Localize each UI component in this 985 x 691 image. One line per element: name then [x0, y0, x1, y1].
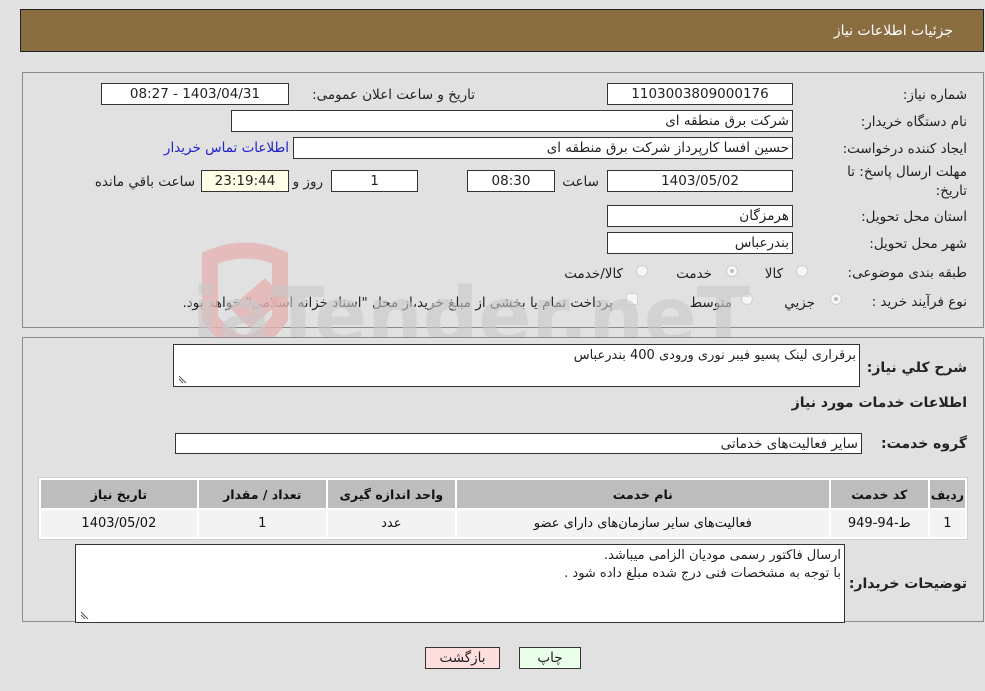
city-label: شهر محل تحویل: — [869, 236, 967, 252]
description-text: برقراری لینک پسیو فیبر نوری ورودی 400 بن… — [573, 348, 856, 363]
cell-service-name: فعالیت‌های سایر سازمان‌های دارای عضو — [456, 510, 829, 537]
city-field: بندرعباس — [607, 232, 793, 254]
col-unit: واحد اندازه گیری — [327, 480, 455, 508]
col-need-date: تاریخ نیاز — [41, 480, 197, 508]
deadline-label: مهلت ارسال پاسخ: تا تاریخ: — [847, 164, 967, 199]
service-group-field: سایر فعالیت‌های خدماتی — [175, 433, 862, 454]
table-header-row: ردیف کد خدمت نام خدمت واحد اندازه گیری ت… — [41, 480, 965, 508]
buyer-notes-textarea[interactable]: ارسال فاکتور رسمی مودیان الزامی میباشد. … — [75, 544, 845, 623]
province-label: استان محل تحویل: — [861, 209, 967, 225]
province-field: هرمزگان — [607, 205, 793, 227]
category-label: طبقه بندی موضوعی: — [847, 265, 967, 281]
buyer-org-field: شرکت برق منطقه ای — [231, 110, 793, 132]
services-heading: اطلاعات خدمات مورد نیاز — [791, 395, 967, 411]
col-service-name: نام خدمت — [456, 480, 829, 508]
category-radio-goods-service[interactable] — [636, 265, 648, 277]
cell-row-number: 1 — [929, 510, 965, 537]
deadline-date-field: 1403/05/02 — [607, 170, 793, 192]
cell-service-code: ط-94-949 — [830, 510, 928, 537]
service-group-label: گروه خدمت: — [881, 436, 967, 452]
cell-unit: عدد — [327, 510, 455, 537]
description-label: شرح کلي نياز: — [866, 360, 967, 376]
col-service-code: کد خدمت — [830, 480, 928, 508]
services-table: ردیف کد خدمت نام خدمت واحد اندازه گیری ت… — [38, 477, 968, 540]
deadline-time-label: ساعت — [562, 174, 599, 190]
buyer-org-label: نام دستگاه خریدار: — [860, 114, 967, 130]
buyer-contact-link[interactable]: اطلاعات تماس خریدار — [164, 140, 289, 156]
days-label: روز و — [292, 174, 323, 190]
print-button[interactable]: چاپ — [519, 647, 581, 669]
remaining-label: ساعت باقي مانده — [94, 174, 195, 190]
back-button[interactable]: بازگشت — [425, 647, 500, 669]
category-radio-service[interactable] — [726, 265, 738, 277]
remaining-time-field: 23:19:44 — [201, 170, 289, 192]
need-number-field: 1103003809000176 — [607, 83, 793, 105]
category-option-goods-service: کالا/خدمت — [564, 266, 623, 282]
treasury-payment-checkbox[interactable] — [626, 293, 638, 305]
category-option-goods: کالا — [764, 266, 783, 282]
description-textarea[interactable]: برقراری لینک پسیو فیبر نوری ورودی 400 بن… — [173, 344, 860, 387]
cell-need-date: 1403/05/02 — [41, 510, 197, 537]
process-radio-minor[interactable] — [830, 293, 842, 305]
need-number-label: شماره نیاز: — [902, 87, 967, 103]
deadline-time-field: 08:30 — [467, 170, 555, 192]
announce-datetime-field: 1403/04/31 - 08:27 — [101, 83, 289, 105]
creator-field: حسین افسا کارپرداز شرکت برق منطقه ای — [293, 137, 793, 159]
process-radio-medium[interactable] — [741, 293, 753, 305]
creator-label: ایجاد کننده درخواست: — [842, 141, 967, 157]
buyer-notes-line-1: ارسال فاکتور رسمی مودیان الزامی میباشد. — [603, 548, 841, 563]
category-option-service: خدمت — [676, 266, 712, 282]
process-option-medium: متوسط — [689, 295, 732, 311]
process-option-minor: جزيي — [784, 295, 815, 311]
resize-grip-icon[interactable] — [79, 610, 89, 620]
announce-label: تاریخ و ساعت اعلان عمومی: — [312, 87, 475, 103]
treasury-payment-note: پرداخت تمام یا بخشی از مبلغ خرید،از محل … — [182, 295, 613, 311]
process-label: نوع فرآیند خرید : — [871, 294, 967, 310]
table-row: 1 ط-94-949 فعالیت‌های سایر سازمان‌های دا… — [41, 510, 965, 537]
col-quantity: تعداد / مقدار — [198, 480, 326, 508]
page-header: جزئیات اطلاعات نیاز — [20, 9, 984, 52]
buyer-notes-label: توضیحات خریدار: — [848, 576, 967, 592]
resize-grip-icon[interactable] — [177, 374, 187, 384]
days-field: 1 — [331, 170, 418, 192]
buyer-notes-line-2: با توجه به مشخصات فنی درج شده مبلغ داده … — [564, 566, 841, 581]
page-title: جزئیات اطلاعات نیاز — [833, 23, 953, 39]
cell-quantity: 1 — [198, 510, 326, 537]
category-radio-goods[interactable] — [796, 265, 808, 277]
col-row-number: ردیف — [929, 480, 965, 508]
